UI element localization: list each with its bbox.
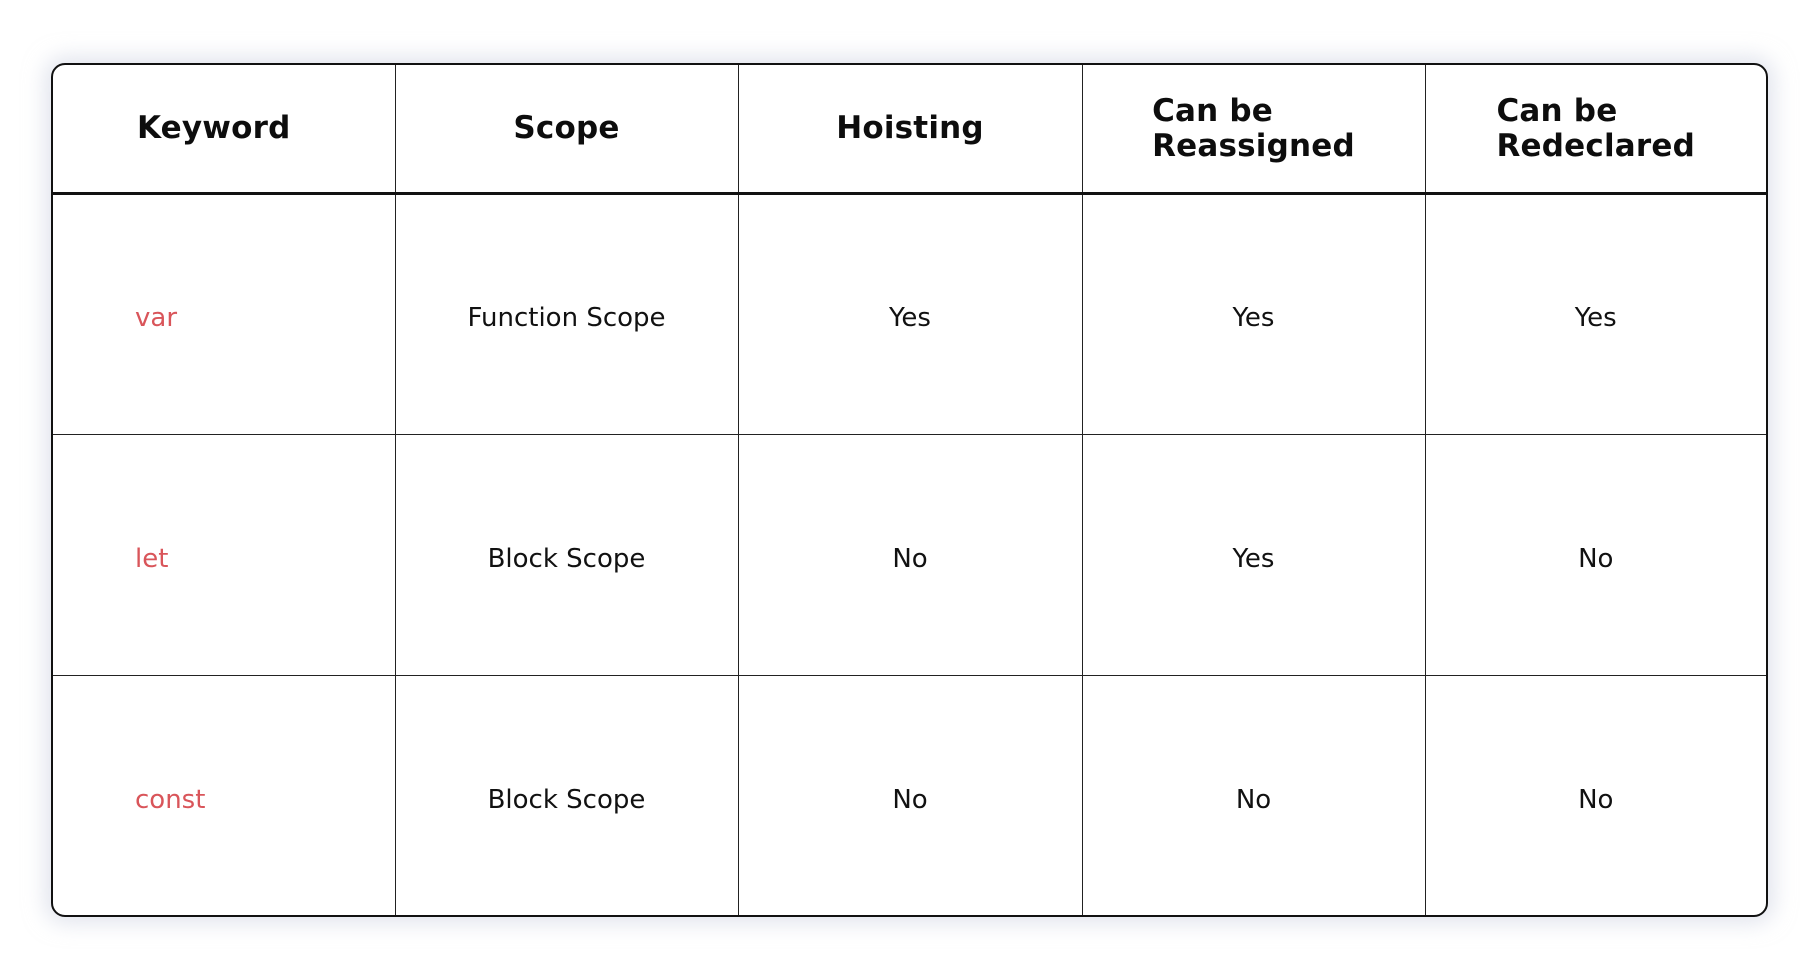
cell-keyword: let xyxy=(53,434,396,676)
header-reassigned-line2: Reassigned xyxy=(1152,128,1355,165)
header-reassigned-label: Can be Reassigned xyxy=(1152,92,1355,164)
cell-scope: Block Scope xyxy=(395,675,739,915)
header-scope: Scope xyxy=(395,65,739,195)
cell-redeclared: No xyxy=(1425,434,1766,676)
cell-hoisting: No xyxy=(738,675,1083,915)
cell-redeclared: No xyxy=(1578,784,1614,815)
cell-scope: Function Scope xyxy=(395,193,739,435)
header-redeclared: Can be Redeclared xyxy=(1425,65,1766,195)
cell-reassigned: Yes xyxy=(1082,193,1426,435)
cell-keyword: var xyxy=(53,193,396,435)
header-hoisting: Hoisting xyxy=(738,65,1083,195)
header-redeclared-line1: Can be xyxy=(1496,93,1618,130)
cell-reassigned: No xyxy=(1082,675,1426,915)
cell-hoisting: No xyxy=(738,434,1083,676)
header-reassigned: Can be Reassigned xyxy=(1082,65,1426,195)
table-header: Keyword Scope Hoisting Can be Reassigned xyxy=(53,65,1766,195)
header-redeclared-line2: Redeclared xyxy=(1496,128,1696,165)
header-hoisting-label: Hoisting xyxy=(836,110,984,147)
header-keyword-label: Keyword xyxy=(137,110,291,147)
cell-hoisting: Yes xyxy=(738,193,1083,435)
cell-redeclared: Yes xyxy=(1425,193,1766,435)
header-reassigned-line1: Can be xyxy=(1152,93,1274,130)
header-row: Keyword Scope Hoisting Can be Reassigned xyxy=(53,65,1766,195)
cell-scope: Block Scope xyxy=(395,434,739,676)
table-row-var: var Function Scope Yes Yes Yes xyxy=(53,193,1766,435)
keyword-comparison-table: Keyword Scope Hoisting Can be Reassigned xyxy=(53,65,1766,915)
header-keyword: Keyword xyxy=(53,65,396,195)
table-body: var Function Scope Yes Yes Yes let Block… xyxy=(53,193,1766,915)
header-redeclared-label: Can be Redeclared xyxy=(1496,92,1695,164)
table-row-let: let Block Scope No Yes No xyxy=(53,434,1766,676)
cell-reassigned: Yes xyxy=(1082,434,1426,676)
header-scope-label: Scope xyxy=(513,110,620,147)
table-row-const: const Block Scope No No No xyxy=(53,675,1766,915)
cell-keyword: const xyxy=(53,675,396,915)
comparison-table-card: Keyword Scope Hoisting Can be Reassigned xyxy=(51,63,1768,917)
